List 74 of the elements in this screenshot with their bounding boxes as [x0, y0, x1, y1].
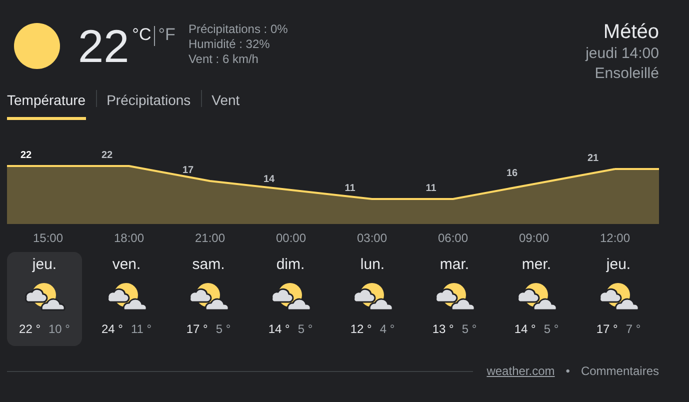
weather-detail: Humidité : 32%: [188, 37, 271, 52]
low-temperature: 5 °: [216, 321, 231, 338]
data-label: 21: [587, 153, 599, 164]
day-name: mer.: [522, 256, 552, 274]
day-name: jeu.: [32, 256, 57, 274]
data-label: 22: [101, 150, 113, 161]
day-tile[interactable]: sam. 17 ° 5 °: [171, 252, 246, 346]
feedback-link[interactable]: Commentaires: [580, 362, 659, 380]
day-tile[interactable]: lun. 12 ° 4 °: [335, 252, 410, 346]
day-name: ven.: [112, 256, 141, 274]
panel-title: Météo: [602, 20, 659, 44]
day-tile[interactable]: jeu. 22 ° 10 °: [7, 252, 82, 346]
day-name: sam.: [192, 256, 225, 274]
high-temperature: 14 °: [268, 321, 290, 338]
day-tile[interactable]: mar. 13 ° 5 °: [417, 252, 492, 346]
tab[interactable]: Vent: [212, 90, 240, 120]
time-label: 15:00: [32, 231, 64, 245]
high-temperature: 14 °: [514, 321, 536, 338]
area-edge: [615, 168, 659, 224]
low-temperature: 5 °: [462, 321, 477, 338]
low-temperature: 7 °: [626, 321, 641, 338]
separator-dot: •: [566, 363, 570, 380]
high-temperature: 17 °: [596, 321, 618, 338]
time-label: 12:00: [600, 231, 630, 245]
partly-cloudy-icon: [106, 280, 148, 312]
data-label: 22: [20, 150, 32, 161]
tab[interactable]: Température: [7, 90, 86, 120]
day-name: lun.: [360, 256, 385, 274]
day-name: jeu.: [606, 256, 631, 274]
area-edge: [7, 165, 48, 224]
time-label: 00:00: [276, 231, 306, 245]
high-temperature: 13 °: [432, 321, 454, 338]
partly-cloudy-icon: [270, 280, 312, 312]
data-label: 14: [263, 174, 275, 185]
time-label: 09:00: [518, 231, 550, 245]
partly-cloudy-icon: [516, 280, 558, 312]
weather-detail: Vent : 6 km/h: [188, 52, 260, 67]
data-label: 11: [426, 183, 436, 194]
high-temperature: 22 °: [19, 321, 40, 338]
day-tile[interactable]: jeu. 17 ° 7 °: [581, 252, 656, 346]
partly-cloudy-icon: [24, 280, 66, 312]
date-time: jeudi 14:00: [586, 44, 659, 64]
partly-cloudy-icon: [352, 280, 394, 312]
high-temperature: 17 °: [186, 321, 208, 338]
time-label: 21:00: [194, 231, 226, 245]
sun-icon: [14, 23, 60, 69]
day-tile[interactable]: ven. 24 ° 11 °: [89, 252, 164, 346]
low-temperature: 5 °: [298, 321, 313, 338]
day-tile[interactable]: mer. 14 ° 5 °: [499, 252, 574, 346]
partly-cloudy-icon: [188, 280, 230, 312]
low-temperature: 5 °: [544, 321, 559, 338]
time-label: 03:00: [356, 231, 388, 245]
day-tile[interactable]: dim. 14 ° 5 °: [253, 252, 328, 346]
partly-cloudy-icon: [598, 280, 640, 312]
source-link[interactable]: weather.com: [486, 362, 555, 380]
data-label: 16: [506, 168, 518, 179]
time-label: 18:00: [114, 231, 144, 245]
low-temperature: 10 °: [48, 321, 70, 338]
data-label: 17: [182, 165, 194, 176]
unit-toggle[interactable]: °C: [129, 26, 154, 43]
tab[interactable]: Précipitations: [106, 90, 191, 120]
data-label: 11: [344, 183, 356, 194]
time-label: 06:00: [438, 231, 468, 245]
day-name: mar.: [440, 256, 470, 274]
low-temperature: 11 °: [130, 321, 152, 338]
weather-detail: Précipitations : 0%: [188, 22, 288, 37]
unit-toggle[interactable]: °F: [155, 26, 178, 43]
high-temperature: 24 °: [101, 321, 123, 338]
partly-cloudy-icon: [434, 280, 476, 312]
low-temperature: 4 °: [380, 321, 395, 338]
high-temperature: 12 °: [350, 321, 372, 338]
day-name: dim.: [276, 256, 305, 274]
temperature: 22: [78, 23, 130, 74]
condition-text: Ensoleillé: [594, 64, 659, 84]
